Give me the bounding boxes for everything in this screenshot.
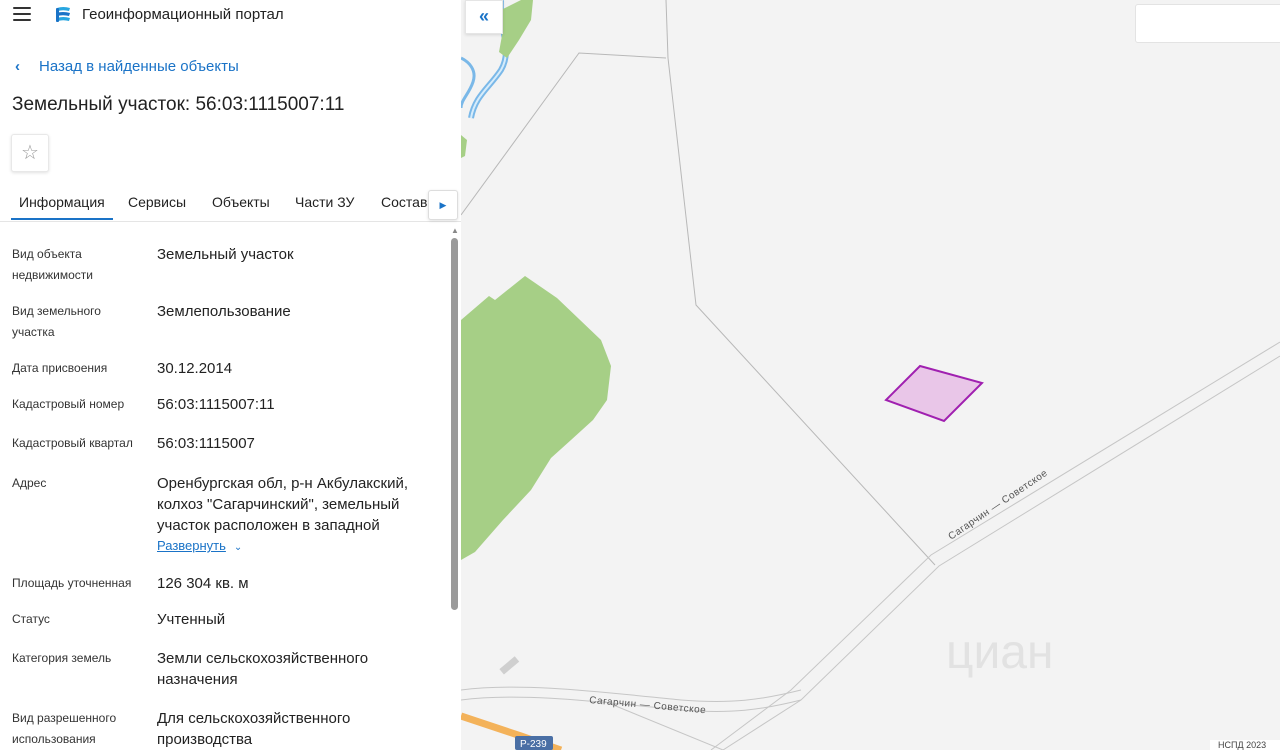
- info-label: Вид разрешенного использования: [12, 711, 117, 746]
- address-value: Оренбургская обл, р-н Акбулакский, колхо…: [157, 475, 409, 534]
- road-label: Сагарчин — Советское: [947, 468, 1050, 543]
- collapse-panel-button[interactable]: «: [465, 0, 503, 34]
- tab-services[interactable]: Сервисы: [128, 194, 186, 210]
- tab-bar: Информация Сервисы Объекты Части ЗУ Сост…: [0, 188, 461, 222]
- info-value: Для сельскохозяйственного производства: [157, 710, 351, 748]
- panel-scrollbar[interactable]: ▲: [451, 226, 459, 750]
- scroll-up-icon[interactable]: ▲: [451, 226, 459, 235]
- info-value: Землепользование: [157, 303, 291, 320]
- road-label: Сагарчин — Советское: [589, 695, 707, 716]
- watermark: циан: [946, 626, 1054, 679]
- parcel-boundary: [665, 0, 936, 566]
- info-label: Площадь уточненная: [12, 576, 132, 590]
- portal-logo-icon: [56, 7, 70, 22]
- info-label: Статус: [12, 612, 50, 626]
- forest-patch: [461, 135, 467, 158]
- expand-label: Развернуть: [157, 538, 226, 553]
- chevron-down-icon: ⌄: [233, 542, 243, 553]
- route-badge: Р-239: [520, 739, 547, 750]
- info-value: 56:03:1115007: [157, 435, 255, 452]
- back-label: Назад в найденные объекты: [39, 58, 239, 75]
- building: [499, 656, 520, 675]
- scrollbar-thumb[interactable]: [451, 238, 458, 610]
- chevron-right-icon: ▶: [439, 200, 447, 210]
- tab-label: Информация: [19, 194, 105, 210]
- app-title: Геоинформационный портал: [82, 6, 284, 23]
- info-value: Учтенный: [157, 611, 226, 628]
- forest-area: [461, 276, 611, 560]
- favorite-button[interactable]: ☆: [11, 134, 49, 172]
- tab-composition[interactable]: Состав: [381, 194, 427, 210]
- info-label: Дата присвоения: [12, 361, 108, 375]
- tab-parts[interactable]: Части ЗУ: [295, 194, 354, 210]
- double-chevron-left-icon: «: [478, 6, 489, 26]
- info-panel: Геоинформационный портал ‹ Назад в найден…: [0, 0, 461, 750]
- chevron-left-icon: ‹: [15, 58, 20, 75]
- map-svg: Сагарчин — Советское Сагарчин — Советско…: [461, 0, 1280, 750]
- info-value: 126 304 кв. м: [157, 575, 249, 592]
- map-canvas[interactable]: Сагарчин — Советское Сагарчин — Советско…: [461, 0, 1280, 750]
- info-value: Земельный участок: [157, 246, 294, 263]
- tabs-next-button[interactable]: ▶: [428, 190, 458, 220]
- selected-parcel[interactable]: [884, 364, 984, 423]
- back-link[interactable]: ‹ Назад в найденные объекты: [15, 58, 239, 75]
- tab-objects[interactable]: Объекты: [212, 194, 270, 210]
- road-edge: [710, 341, 1280, 750]
- road-edge: [722, 355, 1280, 750]
- info-label: Категория земель: [12, 651, 112, 665]
- info-label: Вид земельного участка: [12, 304, 101, 339]
- star-icon: ☆: [21, 142, 39, 164]
- map-search-box[interactable]: [1135, 4, 1280, 43]
- info-value: 30.12.2014: [157, 360, 233, 377]
- info-label: Кадастровый номер: [12, 397, 125, 411]
- info-label: Вид объекта недвижимости: [12, 247, 93, 282]
- info-value: 56:03:1115007:11: [157, 396, 275, 413]
- info-label: Адрес: [12, 476, 47, 490]
- info-list: Вид объекта недвижимости Земельный участ…: [0, 222, 450, 750]
- parcel-boundary: [461, 52, 667, 216]
- menu-icon[interactable]: [13, 7, 31, 21]
- forest-patch: [499, 0, 533, 58]
- expand-link[interactable]: Развернуть ⌄: [157, 538, 242, 553]
- map-attribution: НСПД 2023: [1210, 740, 1280, 750]
- object-title: Земельный участок: 56:03:1115007:11: [12, 94, 345, 115]
- info-label: Кадастровый квартал: [12, 436, 133, 450]
- info-value: Земли сельскохозяйственного назначения: [157, 650, 369, 688]
- river-branch: [461, 56, 476, 109]
- tab-information[interactable]: Информация: [11, 194, 113, 220]
